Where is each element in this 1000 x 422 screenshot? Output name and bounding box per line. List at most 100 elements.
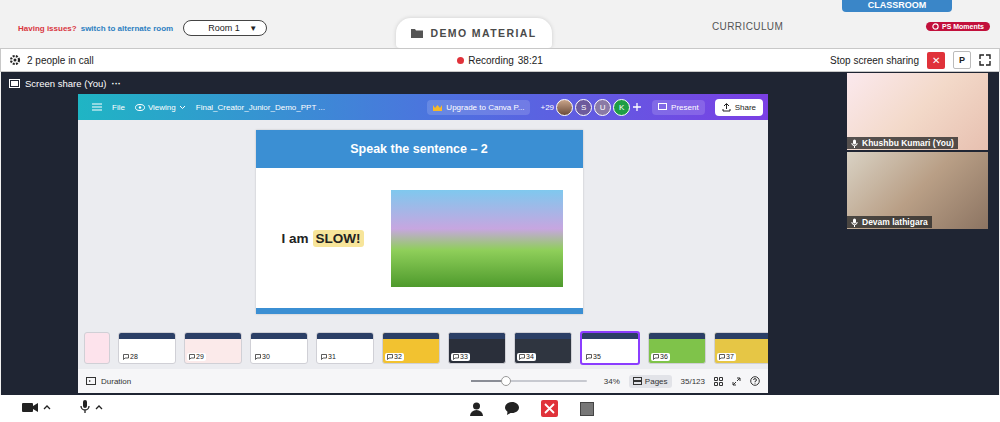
chevron-up-icon[interactable] (43, 405, 51, 410)
comment-icon (189, 354, 195, 360)
collaborators[interactable]: +29 SUK (540, 99, 642, 116)
room-label: Room 1 (208, 23, 240, 33)
thumbnail-header (649, 333, 705, 339)
page-count: 35/123 (681, 377, 705, 386)
canvas-area: Speak the sentence – 2 I am SLOW! (78, 120, 768, 327)
share-button[interactable]: Share (715, 99, 763, 116)
thumbnail-header (317, 333, 373, 339)
participant-tile: Khushbu Kumari (You) (847, 73, 988, 150)
switch-room-link[interactable]: switch to alternate room (81, 24, 173, 33)
call-toolbar (0, 395, 1000, 422)
viewing-label: Viewing (148, 103, 176, 112)
collaborator-avatar: U (594, 99, 611, 116)
upgrade-label: Upgrade to Canva P... (446, 103, 524, 112)
people-info: 2 people in call (9, 54, 457, 66)
menu-icon[interactable] (92, 103, 102, 111)
collaborator-avatar: S (575, 99, 592, 116)
design-title[interactable]: Final_Creator_Junior_Demo_PPT ... (196, 103, 325, 112)
media-controls (0, 400, 470, 414)
fullscreen-icon[interactable] (732, 377, 741, 386)
thumbnail-header (251, 333, 307, 339)
expand-icon[interactable] (979, 54, 991, 66)
moments-label: PS Moments (942, 23, 984, 30)
demo-material-button[interactable]: DEMO MATERIAL (396, 18, 552, 48)
canva-window: File Viewing Final_Creator_Junior_Demo_P… (78, 94, 768, 393)
comment-icon (586, 354, 592, 360)
chevron-up-icon[interactable] (95, 405, 103, 410)
mic-icon (851, 139, 858, 148)
more-menu[interactable]: ··· (112, 78, 122, 89)
people-icon[interactable] (470, 402, 483, 416)
slide-body: I am SLOW! (256, 168, 583, 314)
page-thumbnail[interactable]: 29 (184, 332, 242, 364)
duration-label: Duration (101, 377, 131, 386)
plus-icon[interactable] (632, 102, 642, 112)
participant-name: Khushbu Kumari (You) (847, 137, 958, 149)
collaborator-count: +29 (540, 103, 554, 112)
screen-icon (9, 79, 20, 88)
page-number: 28 (121, 353, 140, 361)
page-number: 35 (584, 353, 603, 361)
room-dropdown[interactable]: Room 1 ▼ (183, 20, 267, 36)
page-thumbnail[interactable]: 31 (316, 332, 374, 364)
page-number: 30 (253, 353, 272, 361)
shared-screen: File Viewing Final_Creator_Junior_Demo_P… (1, 94, 847, 395)
top-bar: Having issues? switch to alternate room … (0, 0, 1000, 48)
folder-icon (411, 28, 423, 38)
upgrade-button[interactable]: Upgrade to Canva P... (427, 100, 530, 115)
thumbnail-header (185, 333, 241, 339)
page-thumbnail[interactable]: 33 (448, 332, 506, 364)
classroom-tab[interactable]: CLASSROOM (842, 0, 952, 12)
page-thumbnail[interactable]: 34 (514, 332, 572, 364)
screen-share-tab[interactable]: Screen share (You) ··· (1, 72, 847, 94)
recording-time: 38:21 (518, 55, 543, 66)
pages-button[interactable]: Pages (629, 375, 672, 388)
zoom-slider[interactable] (471, 380, 587, 382)
thumbnail-header (119, 333, 175, 339)
page-thumbnail[interactable]: 28 (118, 332, 176, 364)
page-thumbnail[interactable]: 37 (714, 332, 768, 364)
thumbnail-header (715, 333, 768, 339)
duration-button[interactable]: Duration (86, 377, 131, 386)
stop-share-icon[interactable] (541, 400, 558, 417)
thumbnail-header (515, 333, 571, 339)
moments-badge[interactable]: PS Moments (926, 22, 990, 31)
room-switcher: Having issues? switch to alternate room … (0, 0, 396, 36)
stop-sharing-label[interactable]: Stop screen sharing (830, 55, 919, 66)
viewing-menu[interactable]: Viewing (135, 103, 186, 112)
page-thumbnail[interactable]: 32 (382, 332, 440, 364)
participant-tiles: Khushbu Kumari (You) Devam lathigara (847, 72, 988, 395)
stop-sharing-button[interactable]: ✕ (927, 52, 945, 69)
file-menu[interactable]: File (112, 103, 125, 112)
participant-label: Khushbu Kumari (You) (862, 138, 954, 148)
page-number: 32 (385, 353, 404, 361)
room-caret: ▼ (249, 24, 257, 33)
comment-icon (519, 354, 525, 360)
curriculum-link[interactable]: CURRICULUM (712, 21, 783, 32)
present-button[interactable]: Present (652, 100, 705, 115)
zoom-handle[interactable] (501, 376, 511, 386)
grid-icon[interactable] (714, 377, 723, 386)
chat-icon[interactable] (505, 402, 519, 415)
page-thumbnail[interactable]: 30 (250, 332, 308, 364)
background-icon[interactable] (580, 402, 594, 416)
mic-icon (851, 218, 858, 227)
camera-icon[interactable] (22, 402, 38, 413)
page-number: 36 (651, 353, 670, 361)
demo-label: DEMO MATERIAL (430, 27, 536, 39)
p-button[interactable]: P (953, 51, 971, 69)
slide-title: Speak the sentence – 2 (256, 130, 583, 168)
page-thumbnail[interactable]: 36 (648, 332, 706, 364)
page-thumbnail[interactable] (84, 332, 110, 364)
call-stage: Screen share (You) ··· File Viewing Fina… (1, 72, 999, 395)
thumbnail-header (383, 333, 439, 339)
microphone-icon[interactable] (80, 400, 90, 414)
participant-name: Devam lathigara (847, 216, 932, 228)
sentence-text: I am (282, 231, 309, 246)
pages-icon (633, 377, 642, 385)
upload-icon (722, 103, 731, 112)
gear-icon[interactable] (9, 54, 21, 66)
recording-label: Recording (468, 55, 514, 66)
help-icon[interactable] (750, 376, 760, 386)
page-thumbnail[interactable]: 35 (580, 331, 640, 365)
